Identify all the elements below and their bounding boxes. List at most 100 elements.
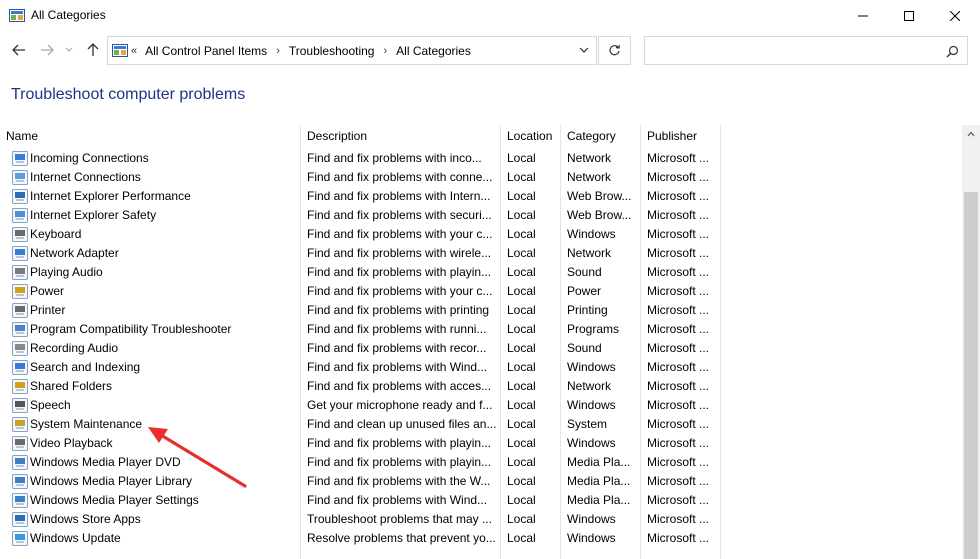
list-item[interactable]: Recording Audio Find and fix problems wit… (0, 339, 962, 358)
row-category: Web Brow... (567, 189, 632, 203)
row-location: Local (507, 512, 536, 526)
power-icon (12, 284, 28, 299)
maximize-icon (904, 10, 914, 21)
row-description: Resolve problems that prevent yo... (307, 531, 496, 545)
list-item[interactable]: Internet Explorer Performance Find and fi… (0, 187, 962, 206)
row-publisher: Microsoft ... (647, 455, 710, 469)
maximize-button[interactable] (886, 0, 932, 31)
row-name: Windows Store Apps (30, 512, 141, 526)
search-icon (946, 45, 959, 58)
list-item[interactable]: Windows Update Resolve problems that prev… (0, 529, 962, 548)
list-item[interactable]: Internet Connections Find and fix problem… (0, 168, 962, 187)
row-category: Sound (567, 341, 602, 355)
list-item[interactable]: Network Adapter Find and fix problems wit… (0, 244, 962, 263)
row-category: Web Brow... (567, 208, 632, 222)
row-location: Local (507, 170, 536, 184)
printer-icon (12, 303, 28, 318)
list-item[interactable]: Windows Media Player Settings Find and fi… (0, 491, 962, 510)
row-publisher: Microsoft ... (647, 227, 710, 241)
list-item[interactable]: Incoming Connections Find and fix problem… (0, 149, 962, 168)
row-category: Windows (567, 436, 616, 450)
row-category: Sound (567, 265, 602, 279)
row-location: Local (507, 151, 536, 165)
row-publisher: Microsoft ... (647, 474, 710, 488)
row-description: Get your microphone ready and f... (307, 398, 493, 412)
list-item[interactable]: Program Compatibility Troubleshooter Find… (0, 320, 962, 339)
row-category: Printing (567, 303, 608, 317)
row-name: Power (30, 284, 65, 298)
row-category: Network (567, 246, 612, 260)
vertical-scrollbar[interactable] (962, 125, 980, 559)
row-location: Local (507, 265, 536, 279)
row-category: Media Pla... (567, 455, 631, 469)
close-button[interactable] (932, 0, 978, 31)
scroll-up-button[interactable] (962, 125, 980, 142)
breadcrumb-all-categories[interactable]: All Categories (396, 44, 471, 58)
column-header-category[interactable]: Category (561, 125, 640, 149)
column-header-name[interactable]: Name (0, 125, 300, 149)
wmp-library-icon (12, 474, 28, 489)
list-item[interactable]: Printer Find and fix problems with printi… (0, 301, 962, 320)
address-bar[interactable]: « All Control Panel Items › Troubleshoot… (107, 36, 597, 65)
up-arrow-icon (87, 43, 99, 56)
wmp-settings-icon (12, 493, 28, 508)
row-location: Local (507, 531, 536, 545)
breadcrumb-all-control-panel-items[interactable]: All Control Panel Items (145, 44, 267, 58)
list-item[interactable]: Search and Indexing Find and fix problems… (0, 358, 962, 377)
row-description: Find and clean up unused files an... (307, 417, 497, 431)
list-item[interactable]: Playing Audio Find and fix problems with … (0, 263, 962, 282)
row-publisher: Microsoft ... (647, 170, 710, 184)
row-location: Local (507, 398, 536, 412)
row-name: Program Compatibility Troubleshooter (30, 322, 232, 336)
minimize-button[interactable] (840, 0, 886, 31)
row-publisher: Microsoft ... (647, 322, 710, 336)
row-description: Find and fix problems with your c... (307, 284, 493, 298)
back-button[interactable] (9, 39, 29, 61)
up-button[interactable] (83, 39, 103, 61)
chevron-up-icon (967, 131, 975, 136)
list-item[interactable]: Windows Store Apps Troubleshoot problems … (0, 510, 962, 529)
row-location: Local (507, 208, 536, 222)
forward-button[interactable] (37, 39, 57, 61)
incoming-connections-icon (12, 151, 28, 166)
list-item[interactable]: Shared Folders Find and fix problems with… (0, 377, 962, 396)
row-name: Windows Update (30, 531, 121, 545)
row-description: Find and fix problems with Wind... (307, 493, 488, 507)
breadcrumb-separator[interactable]: › (383, 45, 387, 57)
row-location: Local (507, 417, 536, 431)
row-location: Local (507, 227, 536, 241)
list-item[interactable]: Power Find and fix problems with your c..… (0, 282, 962, 301)
row-category: Media Pla... (567, 493, 631, 507)
title-bar: All Categories (0, 0, 980, 31)
list-item[interactable]: Keyboard Find and fix problems with your … (0, 225, 962, 244)
row-publisher: Microsoft ... (647, 341, 710, 355)
row-category: System (567, 417, 608, 431)
scroll-thumb[interactable] (964, 192, 978, 559)
row-location: Local (507, 246, 536, 260)
recent-locations-button[interactable] (62, 39, 76, 61)
row-category: Media Pla... (567, 474, 631, 488)
back-arrow-icon (12, 44, 25, 56)
row-location: Local (507, 360, 536, 374)
page-title: Troubleshoot computer problems (11, 86, 246, 103)
column-header-description[interactable]: Description (301, 125, 500, 149)
search-input[interactable] (644, 36, 968, 65)
row-publisher: Microsoft ... (647, 493, 710, 507)
row-description: Troubleshoot problems that may ... (307, 512, 492, 526)
breadcrumb-separator[interactable]: › (276, 45, 280, 57)
program-compat-icon (12, 322, 28, 337)
column-header-publisher[interactable]: Publisher (641, 125, 720, 149)
row-location: Local (507, 284, 536, 298)
row-description: Find and fix problems with acces... (307, 379, 492, 393)
row-publisher: Microsoft ... (647, 284, 710, 298)
row-location: Local (507, 493, 536, 507)
refresh-button[interactable] (598, 36, 631, 65)
chevron-down-icon[interactable] (578, 44, 590, 56)
breadcrumb-troubleshooting[interactable]: Troubleshooting (289, 44, 375, 58)
column-header-location[interactable]: Location (501, 125, 560, 149)
list-item[interactable]: Speech Get your microphone ready and f...… (0, 396, 962, 415)
row-location: Local (507, 303, 536, 317)
row-description: Find and fix problems with the W... (307, 474, 491, 488)
breadcrumb-overflow[interactable]: « (131, 45, 137, 57)
list-item[interactable]: Internet Explorer Safety Find and fix pro… (0, 206, 962, 225)
